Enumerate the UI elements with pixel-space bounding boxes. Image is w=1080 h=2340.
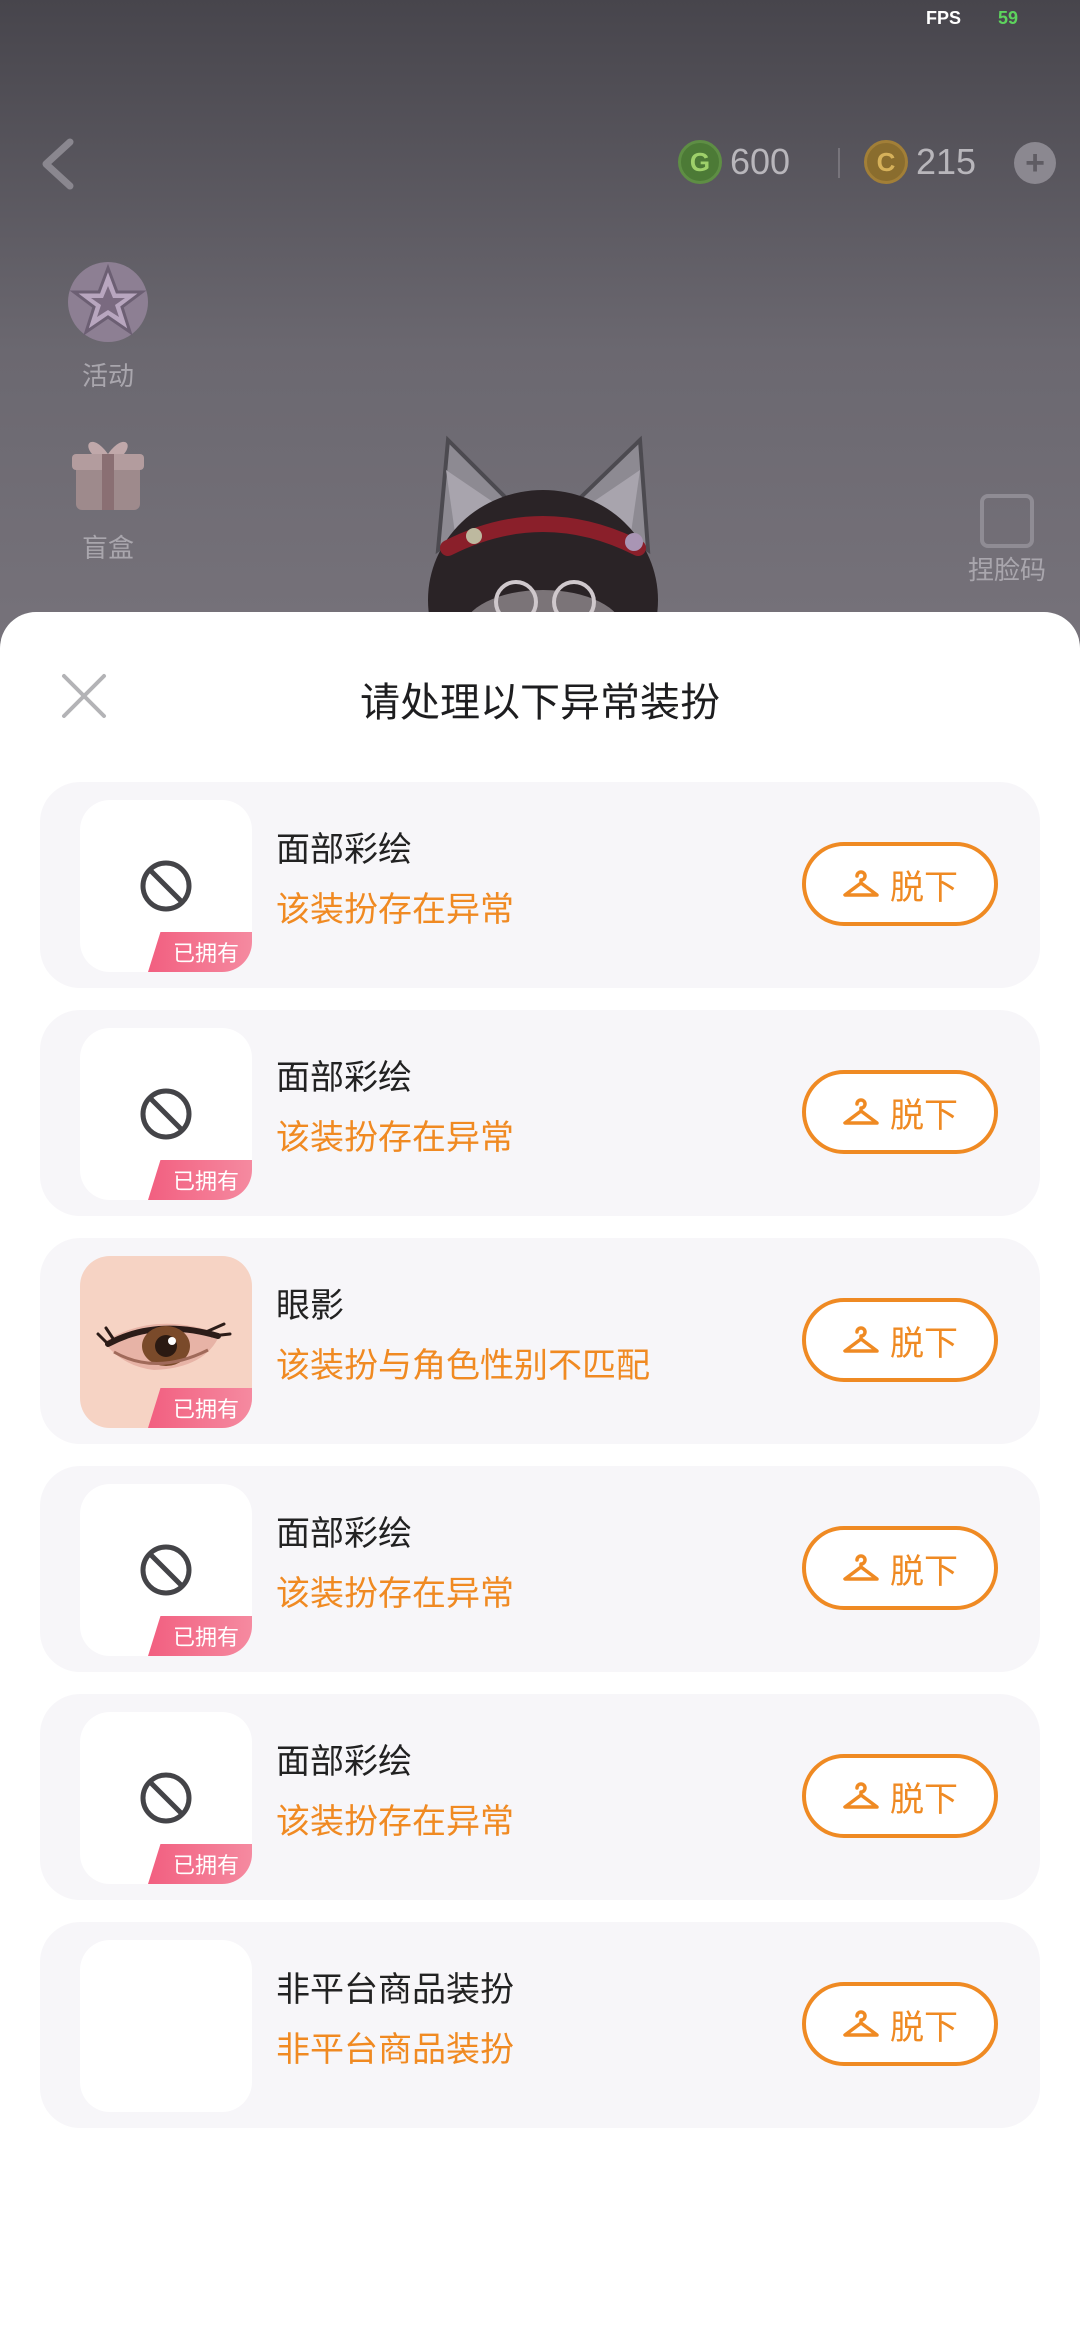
item-thumbnail — [80, 1940, 252, 2112]
hanger-icon — [843, 1326, 879, 1353]
back-arrow-icon[interactable] — [38, 136, 78, 192]
item-thumbnail: 已拥有 — [80, 1256, 252, 1428]
outfit-item: 已拥有 眼影 该装扮与角色性别不匹配 脱下 — [40, 1238, 1040, 1444]
fps-label: FPS — [926, 8, 962, 28]
item-warning: 非平台商品装扮 — [276, 2030, 514, 2070]
star-icon — [68, 262, 148, 342]
ban-icon — [140, 860, 192, 912]
take-off-button[interactable]: 脱下 — [802, 1526, 998, 1610]
take-off-label: 脱下 — [890, 1779, 958, 1820]
outfit-item: 已拥有 面部彩绘 该装扮存在异常 脱下 — [40, 1010, 1040, 1216]
item-name: 面部彩绘 — [276, 1514, 412, 1554]
item-warning: 该装扮存在异常 — [276, 890, 514, 930]
hanger-icon — [843, 1554, 879, 1581]
item-name: 面部彩绘 — [276, 830, 412, 870]
g-coin-balance: G 600 — [678, 134, 790, 190]
pinch-code-button[interactable]: 捏脸码 — [962, 494, 1052, 587]
ban-icon — [140, 1772, 192, 1824]
take-off-label: 脱下 — [890, 1323, 958, 1364]
item-thumbnail: 已拥有 — [80, 1484, 252, 1656]
sidebar-item-activity[interactable]: 活动 — [50, 252, 166, 393]
item-warning: 该装扮存在异常 — [276, 1802, 514, 1842]
item-name: 眼影 — [276, 1286, 344, 1326]
gold-coin-value: 215 — [916, 141, 977, 182]
sidebar-item-label: 活动 — [81, 361, 134, 391]
take-off-label: 脱下 — [890, 2007, 958, 2048]
hanger-icon — [843, 870, 879, 897]
owned-badge: 已拥有 — [148, 932, 252, 972]
take-off-button[interactable]: 脱下 — [802, 1754, 998, 1838]
sheet-title: 请处理以下异常装扮 — [360, 680, 720, 726]
take-off-button[interactable]: 脱下 — [802, 842, 998, 926]
gold-coin-icon: C — [864, 140, 908, 184]
hanger-icon — [843, 1782, 879, 1809]
eye-shadow-image — [96, 1322, 232, 1370]
outfit-item: 已拥有 面部彩绘 该装扮存在异常 脱下 — [40, 1466, 1040, 1672]
gift-box-icon — [72, 441, 144, 510]
item-thumbnail: 已拥有 — [80, 1712, 252, 1884]
owned-badge: 已拥有 — [148, 1844, 252, 1884]
owned-badge: 已拥有 — [148, 1160, 252, 1200]
item-name: 面部彩绘 — [276, 1742, 412, 1782]
owned-badge: 已拥有 — [148, 1388, 252, 1428]
g-coin-icon: G — [678, 140, 722, 184]
sidebar-item-label: 盲盒 — [81, 533, 134, 563]
gold-coin-balance: C 215 — [864, 134, 976, 190]
take-off-label: 脱下 — [890, 1095, 958, 1136]
take-off-button[interactable]: 脱下 — [802, 1982, 998, 2066]
sidebar-item-blind-box[interactable]: 盲盒 — [50, 424, 166, 565]
outfit-item: 已拥有 面部彩绘 该装扮存在异常 脱下 — [40, 1694, 1040, 1900]
item-thumbnail: 已拥有 — [80, 1028, 252, 1200]
pinch-code-label: 捏脸码 — [967, 555, 1046, 585]
edit-icon — [980, 494, 1034, 548]
item-warning: 该装扮存在异常 — [276, 1574, 514, 1614]
hanger-icon — [843, 1098, 879, 1125]
item-name: 非平台商品装扮 — [276, 1970, 514, 2010]
add-currency-button[interactable]: + — [1014, 142, 1056, 184]
outfit-item: 已拥有 面部彩绘 该装扮存在异常 脱下 — [40, 782, 1040, 988]
item-name: 面部彩绘 — [276, 1058, 412, 1098]
hanger-icon — [843, 2010, 879, 2037]
fps-value: 59 — [998, 8, 1019, 28]
take-off-label: 脱下 — [890, 867, 958, 908]
g-coin-value: 600 — [730, 141, 791, 182]
item-thumbnail: 已拥有 — [80, 800, 252, 972]
ban-icon — [140, 1544, 192, 1596]
item-warning: 该装扮存在异常 — [276, 1118, 514, 1158]
owned-badge: 已拥有 — [148, 1616, 252, 1656]
ban-icon — [140, 1088, 192, 1140]
abnormal-outfit-sheet: 请处理以下异常装扮 已拥有 面部彩绘 该装扮存在异常 脱下 已拥有 面部彩绘 该… — [0, 612, 1080, 2340]
currency-divider — [838, 148, 840, 178]
take-off-button[interactable]: 脱下 — [802, 1070, 998, 1154]
take-off-button[interactable]: 脱下 — [802, 1298, 998, 1382]
item-warning: 该装扮与角色性别不匹配 — [276, 1346, 650, 1386]
take-off-label: 脱下 — [890, 1551, 958, 1592]
outfit-item: 非平台商品装扮 非平台商品装扮 脱下 — [40, 1922, 1040, 2128]
